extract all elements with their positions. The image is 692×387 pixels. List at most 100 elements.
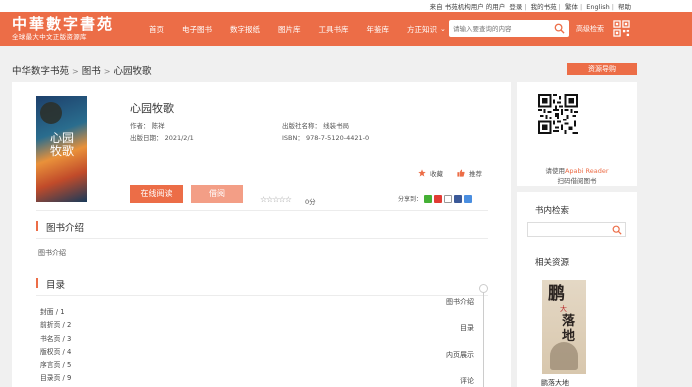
logo-title: 中華數字書苑 [12,15,115,33]
recommend-button[interactable]: 推荐 [469,168,482,178]
cover-title: 心园牧歌 [49,131,74,158]
nav-yearbooks[interactable]: 年鉴库 [358,24,399,35]
star-icon[interactable] [418,169,426,177]
qr-panel: 请使用Apabi Reader 扫码借阅图书 [517,82,637,186]
chevron-right-icon: > [72,67,79,76]
site-logo[interactable]: 中華數字書苑 全球最大中文正版资源库 [12,15,114,42]
publisher-value[interactable]: 线装书局 [323,122,349,130]
related-heading: 相关资源 [535,258,570,268]
intro-text: 图书介绍 [38,249,66,257]
toc-item[interactable]: 序言页 / 5 [40,359,71,372]
side-nav-line [483,289,484,387]
facebook-icon[interactable] [454,194,463,203]
rating-score: 0分 [305,198,316,206]
divider [36,210,488,211]
author-value[interactable]: 陈祥 [152,122,165,130]
chevron-down-icon[interactable]: ⌄ [440,25,446,33]
thumbs-up-icon[interactable] [457,169,465,177]
book-title: 心园牧歌 [130,102,174,115]
related-cover-side: 落地 [562,314,576,344]
top-links: 来自 书苑机构用户 的用户 登录 | 我的书苑 | 繁体 | English | 帮助 [429,3,631,11]
cover-art [40,102,62,124]
author-label: 作者： [130,122,150,130]
toc-item[interactable]: 版权页 / 4 [40,346,71,359]
borrow-button[interactable]: 借阅 [191,185,243,203]
toc-item[interactable]: 前折页 / 2 [40,319,71,332]
nav-reference[interactable]: 工具书库 [310,24,358,35]
help-link[interactable]: 帮助 [618,3,631,11]
nav-knowledge[interactable]: 方正知识 [398,24,446,35]
search-icon[interactable] [554,23,565,34]
toc-list: 封面 / 1 前折页 / 2 书名页 / 3 版权页 / 4 序言页 / 5 目… [40,306,71,386]
divider [36,238,488,239]
date-value: 2021/2/1 [164,134,194,142]
side-nav-comments[interactable]: 评论 [460,376,474,386]
rating-stars[interactable]: ☆☆☆☆☆ [260,195,292,204]
toc-item[interactable]: 书名页 / 3 [40,333,71,346]
side-tools-panel: 书内检索 相关资源 鹏 大 落地 鹏落大地 [517,192,637,387]
toc-heading: 目录 [46,280,66,291]
breadcrumb-home[interactable]: 中华数字书苑 [12,66,69,77]
isbn-value: 978-7-5120-4421-0 [305,134,370,142]
date-label: 出版日期： [130,134,163,142]
toc-item[interactable]: 目录页 / 9 [40,372,71,385]
nav-images[interactable]: 图片库 [269,24,310,35]
isbn-label: ISBN： [282,134,304,142]
qq-icon[interactable] [444,194,453,203]
breadcrumb-current: 心园牧歌 [113,66,152,77]
author-meta: 作者： 陈祥 [130,120,165,130]
top-strip: 来自 书苑机构用户 的用户 登录 | 我的书苑 | 繁体 | English | 帮助 [0,0,692,12]
login-link[interactable]: 登录 [509,3,522,11]
section-marker [36,278,38,288]
related-cover-title: 鹏 [548,284,565,304]
chevron-right-icon: > [103,67,111,76]
qr-code-icon[interactable] [613,20,630,37]
book-cover[interactable]: 心园牧歌 [36,96,87,202]
side-nav-node [479,284,488,293]
header-search [449,20,569,37]
nav-newspapers[interactable]: 数字报纸 [221,24,269,35]
qr-prefix: 请使用 [545,167,565,175]
in-book-search-heading: 书内检索 [535,206,570,216]
weibo-icon[interactable] [434,194,443,203]
intro-heading: 图书介绍 [46,223,85,234]
search-icon[interactable] [612,225,622,235]
side-nav-toc[interactable]: 目录 [460,323,474,333]
resource-guide-button[interactable]: 资源导购 [567,63,637,75]
book-actions: 收藏 推荐 [418,168,482,178]
nav-home[interactable]: 首页 [140,24,173,35]
english-link[interactable]: English [586,3,609,11]
date-meta: 出版日期： 2021/2/1 [130,132,194,142]
toc-item[interactable]: 封面 / 1 [40,306,71,319]
wechat-icon[interactable] [424,194,433,203]
advanced-search-link[interactable]: 高级检索 [576,24,604,34]
cover-art [550,342,578,370]
related-book-title[interactable]: 鹏落大地 [541,378,569,387]
qr-code-image [538,94,578,134]
nav-ebooks[interactable]: 电子图书 [173,24,221,35]
logo-subtitle: 全球最大中文正版资源库 [12,33,87,41]
side-nav-pages[interactable]: 内页展示 [446,350,474,360]
collect-button[interactable]: 收藏 [430,168,443,178]
main-nav: 首页 电子图书 数字报纸 图片库 工具书库 年鉴库 方正知识 ⌄ [140,12,446,46]
share-bar: 分享到： [398,194,473,203]
my-library-link[interactable]: 我的书苑 [531,3,557,11]
publisher-label: 出版社名称： [282,122,321,130]
site-header: 中華數字書苑 全球最大中文正版资源库 首页 电子图书 数字报纸 图片库 工具书库… [0,12,692,46]
book-detail-panel: 心园牧歌 心园牧歌 作者： 陈祥 出版社名称： 线装书局 出版日期： 2021/… [12,82,511,387]
traditional-link[interactable]: 繁体 [565,3,578,11]
search-input[interactable] [449,20,549,37]
related-cover-small: 大 [560,305,567,313]
side-nav-intro[interactable]: 图书介绍 [446,297,474,307]
related-book-cover[interactable]: 鹏 大 落地 [542,280,586,374]
divider [36,295,488,296]
read-online-button[interactable]: 在线阅读 [130,185,183,203]
in-book-search-box[interactable] [527,222,626,237]
apabi-reader-link[interactable]: Apabi Reader [565,167,609,175]
isbn-meta: ISBN： 978-7-5120-4421-0 [282,132,369,142]
publisher-meta: 出版社名称： 线装书局 [282,120,349,130]
breadcrumb-books[interactable]: 图书 [82,66,101,77]
more-share-icon[interactable] [464,194,473,203]
section-marker [36,221,38,231]
qr-borrow-text: 扫码借阅图书 [557,177,597,185]
